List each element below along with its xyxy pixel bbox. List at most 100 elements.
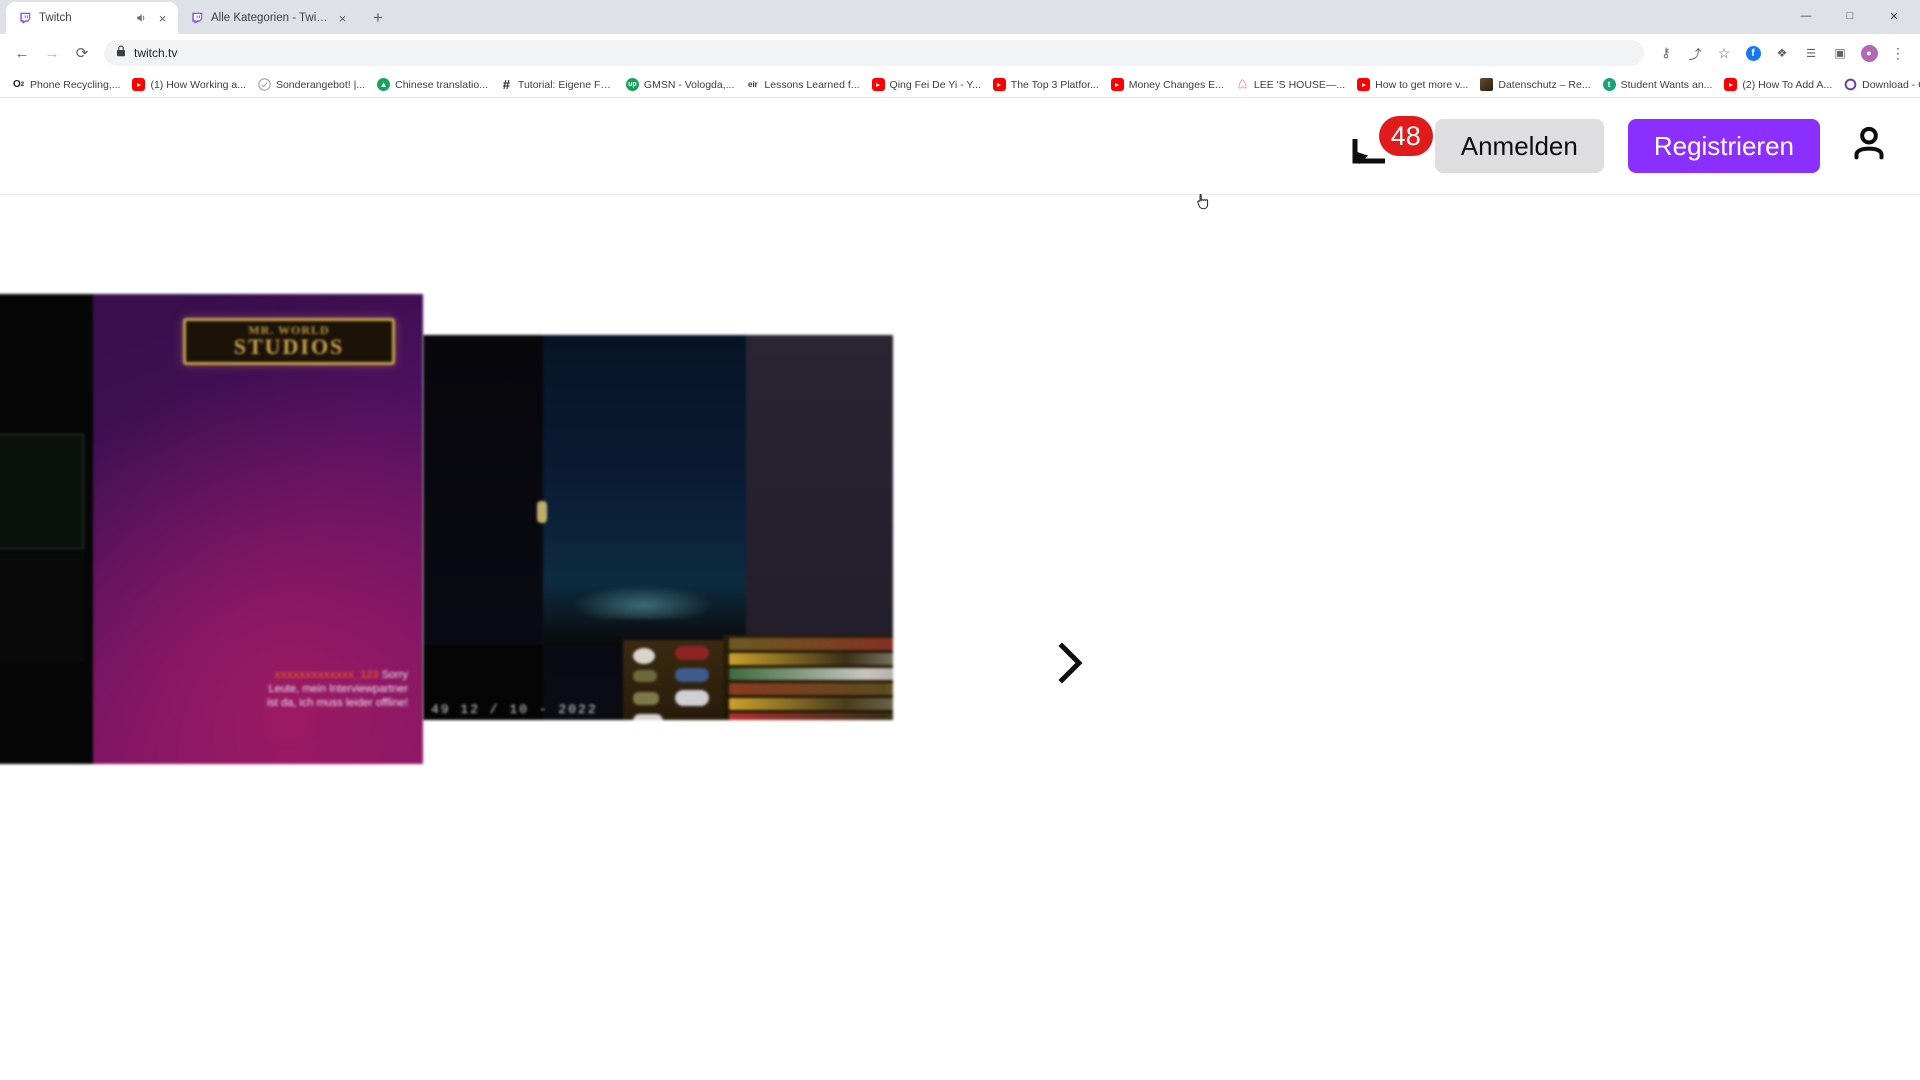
- bookmark-item[interactable]: LEE 'S HOUSE—...: [1230, 76, 1351, 93]
- signup-button[interactable]: Registrieren: [1627, 119, 1820, 173]
- window-controls: — □ ✕: [1784, 0, 1916, 32]
- clip-left-panel: [0, 294, 93, 764]
- bookmark-label: The Top 3 Platfor...: [1010, 78, 1099, 91]
- bookmark-label: Money Changes E...: [1128, 78, 1224, 91]
- bookmark-item[interactable]: e ir Lessons Learned f...: [740, 76, 865, 93]
- photo-icon: [1480, 78, 1494, 91]
- bookmark-item[interactable]: Sonderangebot! |...: [252, 76, 371, 93]
- tab-strip: Twitch × Alle Kategorien - Twitch × + — …: [0, 0, 1920, 34]
- twitch-page: 48 Anmelden Registrieren MR. WORLD STUDI…: [0, 98, 1920, 1079]
- bookmark-label: How to get more v...: [1375, 78, 1469, 91]
- person-icon: [1849, 124, 1889, 169]
- clip-webcam-panel: [623, 640, 723, 720]
- bookmark-label: Student Wants an...: [1620, 78, 1713, 91]
- hash-icon: #: [502, 77, 511, 92]
- clip-thumbnail-purple[interactable]: MR. WORLD STUDIOS xxxxxxxxxxxxx_123 Sorr…: [0, 294, 423, 764]
- bookmark-label: Qing Fei De Yi - Y...: [889, 78, 981, 91]
- studios-logo-badge: MR. WORLD STUDIOS: [183, 318, 395, 365]
- eir-icon: e ir: [747, 80, 758, 89]
- clip-timestamp: 49 12 / 10 - 2022: [431, 702, 598, 717]
- minimize-button[interactable]: —: [1784, 0, 1828, 32]
- forward-icon[interactable]: →: [38, 39, 66, 67]
- bookmark-item[interactable]: Money Changes E...: [1105, 76, 1230, 93]
- bookmark-label: Phone Recycling,...: [30, 78, 121, 91]
- teal-circle-icon: t: [1602, 78, 1616, 91]
- back-icon[interactable]: ←: [8, 39, 36, 67]
- bookmark-item[interactable]: (2) How To Add A...: [1718, 76, 1838, 93]
- chat-line-1: Leute, mein Interviewpartner: [268, 682, 408, 695]
- tab-title: Alle Kategorien - Twitch: [211, 11, 328, 24]
- twitch-icon: [17, 11, 32, 26]
- bookmark-label: (1) How Working a...: [150, 78, 246, 91]
- twitch-header: 48 Anmelden Registrieren: [0, 98, 1920, 195]
- browser-window: Twitch × Alle Kategorien - Twitch × + — …: [0, 0, 1920, 1080]
- bookmark-item[interactable]: # Tutorial: Eigene Fa...: [494, 76, 620, 93]
- bookmark-label: LEE 'S HOUSE—...: [1253, 78, 1346, 91]
- reading-list-icon[interactable]: ☰: [1797, 39, 1825, 67]
- studios-logo-main: STUDIOS: [233, 333, 345, 359]
- reload-icon[interactable]: ⟳: [68, 39, 96, 67]
- bookmark-item[interactable]: Datenschutz – Re...: [1474, 76, 1596, 93]
- clip-chat-list: [723, 635, 893, 720]
- account-menu-button[interactable]: [1846, 123, 1892, 169]
- bookmark-label: Datenschutz – Re...: [1498, 78, 1591, 91]
- url-text: twitch.tv: [134, 46, 178, 60]
- bookmark-item[interactable]: t Student Wants an...: [1597, 76, 1719, 93]
- bookmark-item[interactable]: Download - Cooki...: [1838, 76, 1920, 93]
- bookmark-label: GMSN - Vologda,...: [643, 78, 735, 91]
- tab-close-icon[interactable]: ×: [335, 11, 350, 26]
- bookmark-item[interactable]: up GMSN - Vologda,...: [620, 76, 740, 93]
- clip-inner-box-1: [0, 434, 84, 549]
- youtube-icon: [1110, 78, 1124, 91]
- green-circle-icon: ▲: [377, 78, 391, 91]
- youtube-icon: [871, 78, 885, 91]
- login-button[interactable]: Anmelden: [1434, 119, 1604, 173]
- bookmark-label: Tutorial: Eigene Fa...: [517, 78, 614, 91]
- address-bar[interactable]: twitch.tv: [104, 40, 1644, 66]
- up-green-icon: up: [625, 78, 639, 91]
- bookmark-item[interactable]: O2 Phone Recycling,...: [6, 76, 126, 93]
- browser-tab-kategorien[interactable]: Alle Kategorien - Twitch ×: [178, 2, 358, 34]
- bookmark-label: Sonderangebot! |...: [275, 78, 366, 91]
- clip-thumbnail-dark[interactable]: 49 12 / 10 - 2022: [423, 335, 893, 720]
- bookmark-star-icon[interactable]: ☆: [1710, 39, 1738, 67]
- chat-prefix: Sorry: [381, 669, 408, 681]
- bookmark-item[interactable]: (1) How Working a...: [126, 76, 252, 93]
- toolbar-right-icons: ⚷ ⤴ ☆ f ❖ ☰ ▣ ● ⋮: [1652, 39, 1912, 67]
- youtube-icon: [1724, 78, 1738, 91]
- youtube-icon: [992, 78, 1006, 91]
- tab-audio-icon[interactable]: [134, 11, 148, 25]
- facebook-extension-icon[interactable]: f: [1739, 39, 1767, 67]
- maximize-button[interactable]: □: [1828, 0, 1872, 32]
- bookmark-item[interactable]: ▲ Chinese translatio...: [371, 76, 494, 93]
- twitch-icon: [189, 11, 204, 26]
- close-window-button[interactable]: ✕: [1872, 0, 1916, 32]
- youtube-icon: [132, 78, 146, 91]
- puzzle-extension-icon[interactable]: ❖: [1768, 39, 1796, 67]
- checkmark-circle-icon: [258, 78, 271, 91]
- share-icon[interactable]: ⤴: [1681, 39, 1709, 67]
- password-key-icon[interactable]: ⚷: [1652, 39, 1680, 67]
- bookmark-item[interactable]: How to get more v...: [1351, 76, 1474, 93]
- browser-tab-twitch[interactable]: Twitch ×: [6, 2, 178, 34]
- chrome-menu-icon[interactable]: ⋮: [1884, 39, 1912, 67]
- notification-badge: 48: [1378, 116, 1433, 156]
- clip-screen-region: [746, 335, 893, 640]
- notifications-button[interactable]: 48: [1351, 116, 1433, 176]
- profile-avatar-icon[interactable]: ●: [1855, 39, 1883, 67]
- bookmark-item[interactable]: The Top 3 Platfor...: [987, 76, 1105, 93]
- sidepanel-icon[interactable]: ▣: [1826, 39, 1854, 67]
- clip-moon: [537, 501, 547, 523]
- chat-line-2: ist da, ich muss leider offline!: [266, 696, 408, 709]
- tab-close-icon[interactable]: ×: [155, 11, 170, 26]
- lock-icon: [116, 44, 126, 62]
- bookmark-item[interactable]: Qing Fei De Yi - Y...: [866, 76, 987, 93]
- o2-icon: O2: [12, 79, 25, 90]
- browser-toolbar: ← → ⟳ twitch.tv ⚷ ⤴ ☆ f ❖ ☰ ▣ ● ⋮: [0, 34, 1920, 72]
- carousel-next-button[interactable]: [1040, 635, 1100, 695]
- chevron-right-icon: [1053, 641, 1087, 690]
- clip-chat-overlay: xxxxxxxxxxxxx_123 Sorry Leute, mein Inte…: [193, 669, 408, 710]
- new-tab-button[interactable]: +: [364, 4, 392, 32]
- airbnb-icon: [1236, 78, 1249, 91]
- bookmark-label: Chinese translatio...: [395, 78, 488, 91]
